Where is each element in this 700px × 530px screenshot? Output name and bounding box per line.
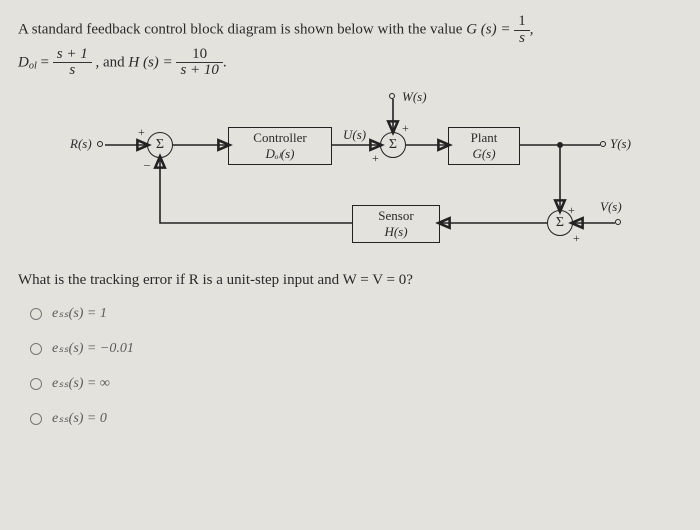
u-label: U(s) [343, 127, 366, 143]
option-3[interactable]: eₛₛ(s) = ∞ [30, 375, 682, 392]
intro-text: A standard feedback control block diagra… [18, 22, 466, 38]
sum1: Σ [147, 132, 173, 158]
option-1-label: eₛₛ(s) = 1 [52, 305, 107, 322]
problem-statement: A standard feedback control block diagra… [18, 14, 682, 79]
sum2-plus-top: + [402, 121, 409, 136]
sum2-sigma: Σ [389, 137, 397, 153]
radio-icon[interactable] [30, 343, 42, 355]
h-lhs: H (s) = [128, 54, 176, 70]
g-lhs: G (s) = [466, 22, 514, 38]
plant-tf: G(s) [472, 146, 495, 162]
w-port [389, 93, 395, 99]
sensor-tf: H(s) [384, 224, 407, 240]
d-num: s + 1 [53, 47, 92, 64]
option-2[interactable]: eₛₛ(s) = −0.01 [30, 340, 682, 357]
d-frac: s + 1 s [53, 47, 92, 80]
option-1[interactable]: eₛₛ(s) = 1 [30, 305, 682, 322]
h-frac: 10 s + 10 [176, 47, 222, 80]
option-2-label: eₛₛ(s) = −0.01 [52, 340, 134, 357]
controller-title: Controller [253, 130, 306, 146]
d-den: s [53, 63, 92, 79]
controller-tf: Dₒₗ(s) [266, 146, 295, 162]
sensor-title: Sensor [378, 208, 413, 224]
plant-title: Plant [471, 130, 498, 146]
block-diagram: R(s) Σ + – Controller Dₒₗ(s) U(s) W(s) Σ… [70, 87, 630, 262]
sum3-plus-top: + [568, 203, 575, 218]
y-port [600, 141, 606, 147]
sensor-block: Sensor H(s) [352, 205, 440, 243]
controller-block: Controller Dₒₗ(s) [228, 127, 332, 165]
sum3-plus-right: + [573, 231, 580, 246]
h-den: s + 10 [176, 63, 222, 79]
radio-icon[interactable] [30, 378, 42, 390]
radio-icon[interactable] [30, 413, 42, 425]
sum3-sigma: Σ [556, 215, 564, 231]
sum1-plus: + [138, 125, 145, 140]
diagram-wires [70, 87, 630, 262]
radio-icon[interactable] [30, 308, 42, 320]
option-3-label: eₛₛ(s) = ∞ [52, 375, 110, 392]
y-label: Y(s) [610, 136, 631, 152]
g-num: 1 [514, 14, 530, 31]
dol-d: D [18, 54, 29, 70]
sum1-sigma: Σ [156, 137, 164, 153]
r-port [97, 141, 103, 147]
comma1: , [530, 22, 534, 38]
option-4[interactable]: eₛₛ(s) = 0 [30, 410, 682, 427]
plant-block: Plant G(s) [448, 127, 520, 165]
period: . [223, 54, 227, 70]
options-list: eₛₛ(s) = 1 eₛₛ(s) = −0.01 eₛₛ(s) = ∞ eₛₛ… [30, 305, 682, 427]
h-num: 10 [176, 47, 222, 64]
y-branch-node [557, 142, 563, 148]
question-text: What is the tracking error if R is a uni… [18, 272, 682, 289]
option-4-label: eₛₛ(s) = 0 [52, 410, 107, 427]
dol-sub: ol [29, 60, 37, 71]
v-label: V(s) [600, 199, 622, 215]
sum1-minus: – [144, 157, 150, 172]
r-label: R(s) [70, 136, 92, 152]
dol-eq: = [37, 54, 53, 70]
between-text: , and [95, 54, 128, 70]
sum2-plus-left: + [372, 151, 379, 166]
v-port [615, 219, 621, 225]
w-label: W(s) [402, 89, 427, 105]
g-den: s [514, 31, 530, 47]
g-frac: 1 s [514, 14, 530, 47]
